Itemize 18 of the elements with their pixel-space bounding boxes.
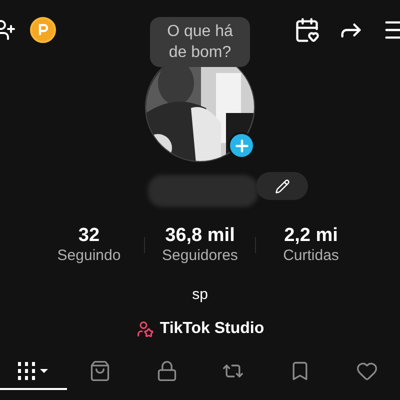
plus-icon: [232, 136, 250, 154]
user-star-icon: [136, 320, 154, 338]
grid-menu-icon: [18, 362, 48, 380]
stat-value: 2,2 mi: [284, 225, 338, 247]
stat-value: 36,8 mil: [165, 225, 235, 247]
stat-value: 32: [78, 225, 100, 247]
edit-button[interactable]: [256, 172, 308, 200]
lock-icon: [156, 360, 178, 382]
stat-label: Seguidores: [162, 247, 238, 265]
points-icon[interactable]: [30, 17, 56, 43]
bag-icon: [89, 360, 111, 382]
bio-text: sp: [192, 284, 208, 305]
stat-label: Seguindo: [57, 247, 121, 265]
studio-link[interactable]: TikTok Studio: [136, 317, 264, 341]
status-bubble[interactable]: O que há de bom?: [150, 17, 250, 67]
pencil-icon: [274, 178, 290, 194]
stat-label: Curtidas: [283, 247, 339, 265]
calendar-heart-icon[interactable]: [294, 17, 320, 43]
